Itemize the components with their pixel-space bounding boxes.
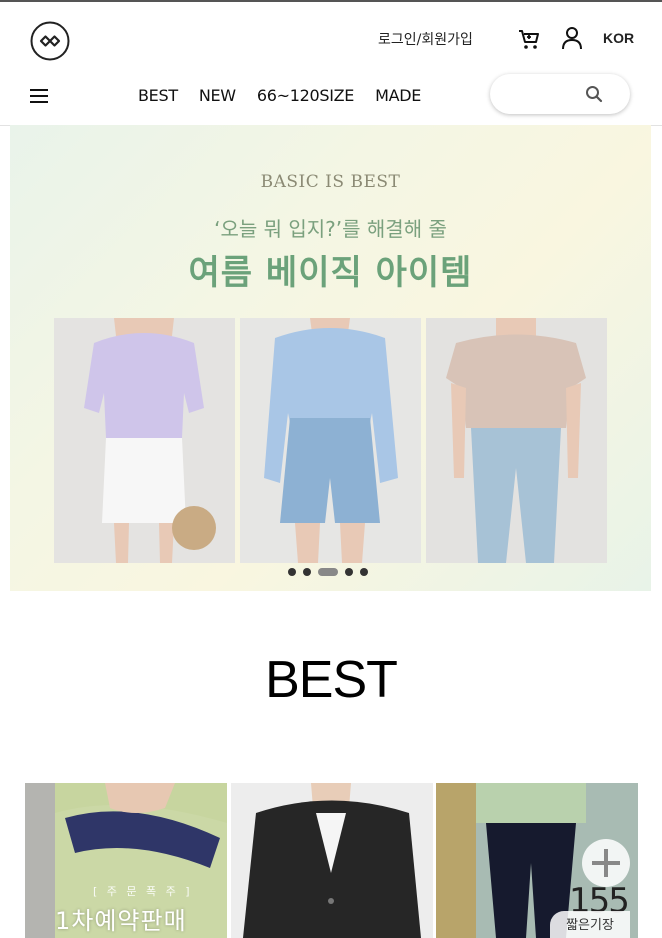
carousel-pagination — [288, 568, 368, 576]
nav-item-made[interactable]: MADE — [375, 86, 421, 105]
product-card[interactable]: 155 짧은기장 — [436, 783, 638, 938]
hero-banner[interactable]: BASIC IS BEST ‘오늘 뭐 입지?’를 해결해 줄 여름 베이직 아… — [10, 125, 651, 591]
nav-item-best[interactable]: BEST — [138, 86, 178, 105]
search-input[interactable] — [504, 84, 588, 101]
product-badge-big: 1차예약판매 — [55, 907, 187, 935]
site-header: 로그인/회원가입 KOR BEST NEW 66~120SIZE MADE — [0, 2, 662, 126]
nav-item-new[interactable]: NEW — [199, 86, 236, 105]
search-box — [490, 74, 630, 114]
banner-eyebrow: BASIC IS BEST — [260, 172, 401, 192]
product-badge-small: [ 주 문 폭 주 ] — [93, 885, 193, 898]
cart-icon[interactable] — [517, 27, 541, 51]
add-to-cart-plus-icon[interactable] — [582, 839, 630, 887]
login-signup-link[interactable]: 로그인/회원가입 — [378, 29, 473, 49]
carousel-dot[interactable] — [288, 568, 296, 576]
search-icon[interactable] — [585, 85, 603, 103]
product-length-label: 짧은기장 — [550, 911, 630, 938]
banner-photo-gingham-shirt — [240, 318, 421, 563]
nav-item-size[interactable]: 66~120SIZE — [257, 86, 355, 105]
banner-photo-lavender-shirt — [54, 318, 235, 563]
carousel-dot-active[interactable] — [318, 568, 338, 576]
language-selector[interactable]: KOR — [603, 30, 634, 46]
brand-logo-icon[interactable] — [30, 21, 70, 61]
banner-photo-beige-tee — [426, 318, 607, 563]
user-account-icon[interactable] — [561, 26, 583, 50]
banner-title: 여름 베이직 아이템 — [188, 253, 473, 293]
carousel-dot[interactable] — [360, 568, 368, 576]
banner-subtitle: ‘오늘 뭐 입지?’를 해결해 줄 — [214, 217, 447, 241]
best-section-title: BEST — [265, 651, 398, 709]
product-card[interactable] — [231, 783, 433, 938]
main-nav: BEST NEW 66~120SIZE MADE — [138, 86, 421, 105]
carousel-dot[interactable] — [345, 568, 353, 576]
menu-hamburger-icon[interactable] — [30, 89, 48, 103]
carousel-dot[interactable] — [303, 568, 311, 576]
product-card[interactable]: [ 주 문 폭 주 ] 1차예약판매 — [25, 783, 227, 938]
